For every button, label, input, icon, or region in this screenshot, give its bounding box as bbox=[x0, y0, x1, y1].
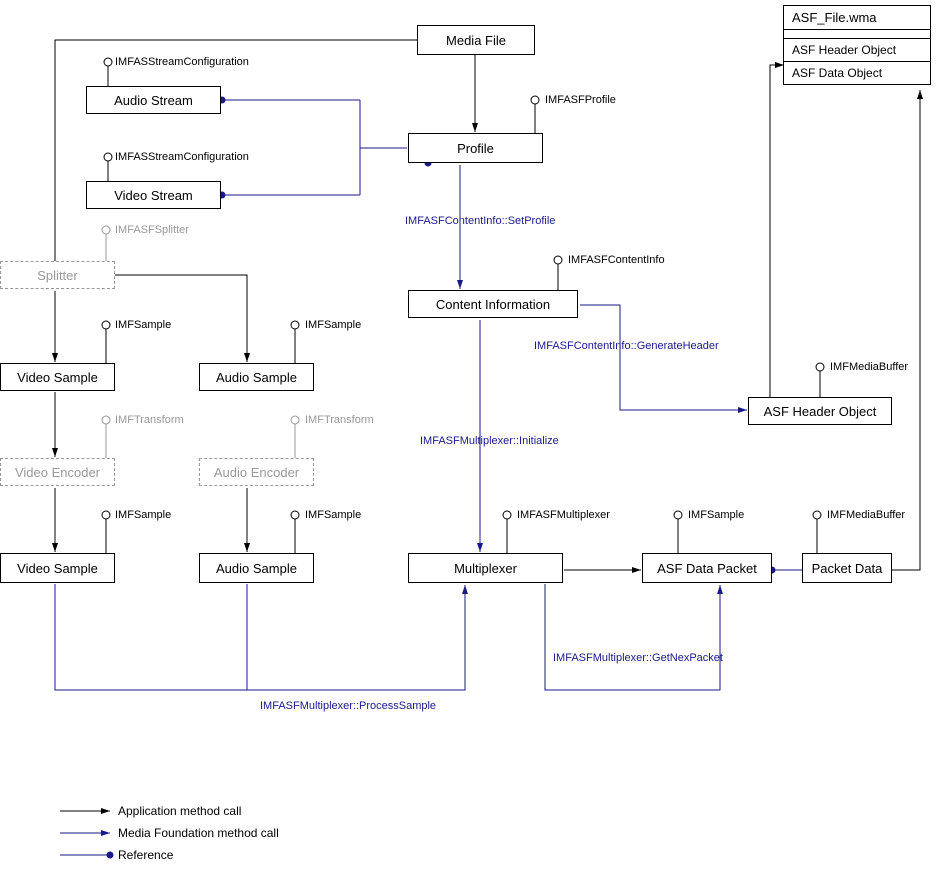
video-stream-box: Video Stream bbox=[86, 181, 221, 209]
iface-vs1: IMFSample bbox=[115, 319, 171, 331]
asf-file-row-header: ASF Header Object bbox=[784, 38, 930, 62]
packet-data-box: Packet Data bbox=[802, 553, 892, 583]
method-set-profile: IMFASFContentInfo::SetProfile bbox=[405, 215, 555, 227]
asf-file-box: ASF_File.wma ASF Header Object ASF Data … bbox=[783, 5, 931, 85]
iface-as2: IMFSample bbox=[305, 509, 361, 521]
legend-reference: Reference bbox=[118, 848, 173, 862]
iface-content-info: IMFASFContentInfo bbox=[568, 254, 665, 266]
iface-ho: IMFMediaBuffer bbox=[830, 361, 908, 373]
video-encoder-box: Video Encoder bbox=[0, 458, 115, 486]
iface-pd: IMFMediaBuffer bbox=[827, 509, 905, 521]
iface-profile: IMFASFProfile bbox=[545, 94, 616, 106]
asf-data-packet-box: ASF Data Packet bbox=[642, 553, 772, 583]
splitter-box: Splitter bbox=[0, 261, 115, 289]
iface-dp: IMFSample bbox=[688, 509, 744, 521]
method-get-next-packet: IMFASFMultiplexer::GetNexPacket bbox=[553, 652, 723, 664]
media-file-box: Media File bbox=[417, 25, 535, 55]
audio-stream-box: Audio Stream bbox=[86, 86, 221, 114]
iface-ve: IMFTransform bbox=[115, 414, 184, 426]
iface-mux: IMFASFMultiplexer bbox=[517, 509, 610, 521]
legend-app-call: Application method call bbox=[118, 804, 241, 818]
multiplexer-box: Multiplexer bbox=[408, 553, 563, 583]
iface-ae: IMFTransform bbox=[305, 414, 374, 426]
asf-file-row-data: ASF Data Object bbox=[784, 62, 930, 84]
iface-splitter: IMFASFSplitter bbox=[115, 224, 189, 236]
method-initialize: IMFASFMultiplexer::Initialize bbox=[420, 435, 559, 447]
audio-encoder-box: Audio Encoder bbox=[199, 458, 314, 486]
iface-audio-stream: IMFASStreamConfiguration bbox=[115, 56, 249, 68]
content-info-box: Content Information bbox=[408, 290, 578, 318]
asf-header-object-box: ASF Header Object bbox=[748, 397, 892, 425]
profile-box: Profile bbox=[408, 133, 543, 163]
asf-file-title: ASF_File.wma bbox=[784, 6, 930, 30]
iface-vs2: IMFSample bbox=[115, 509, 171, 521]
audio-sample-1-box: Audio Sample bbox=[199, 363, 314, 391]
audio-sample-2-box: Audio Sample bbox=[199, 553, 314, 583]
video-sample-2-box: Video Sample bbox=[0, 553, 115, 583]
method-process-sample: IMFASFMultiplexer::ProcessSample bbox=[260, 700, 436, 712]
video-sample-1-box: Video Sample bbox=[0, 363, 115, 391]
legend-mf-call: Media Foundation method call bbox=[118, 826, 279, 840]
iface-as1: IMFSample bbox=[305, 319, 361, 331]
method-generate-header: IMFASFContentInfo::GenerateHeader bbox=[534, 340, 719, 352]
iface-video-stream: IMFASStreamConfiguration bbox=[115, 151, 249, 163]
